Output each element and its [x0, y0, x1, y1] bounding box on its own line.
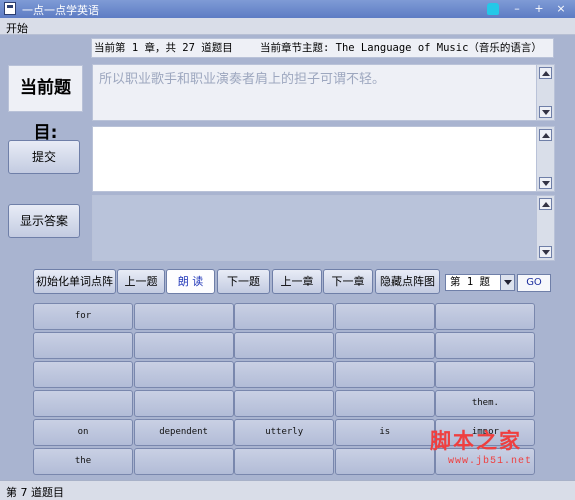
watermark-main: 脚本之家: [430, 428, 522, 453]
word-cell[interactable]: dependent: [133, 419, 234, 446]
word-cell[interactable]: [234, 303, 335, 330]
maximize-button[interactable]: +: [532, 2, 546, 16]
status-text: 第 7 道题目: [6, 486, 64, 499]
word-cell[interactable]: [435, 332, 536, 359]
word-cell[interactable]: is: [334, 419, 435, 446]
prev-chapter-button[interactable]: 上一章: [272, 269, 322, 294]
submit-button[interactable]: 提交: [8, 140, 80, 174]
word-cell[interactable]: the: [33, 448, 133, 475]
word-cell[interactable]: [334, 332, 435, 359]
answer-display-scrollbar[interactable]: [536, 196, 554, 260]
chapter-info-bar: 当前第 1 章，共 27 道题目 当前章节主题: The Language of…: [91, 38, 554, 58]
current-question-label: 当前题目:: [8, 65, 83, 143]
word-cell[interactable]: [33, 332, 133, 359]
answer-scrollbar[interactable]: [536, 127, 554, 191]
scroll-up-icon[interactable]: [539, 129, 552, 141]
menu-bar: 开始: [0, 18, 575, 35]
scroll-down-icon[interactable]: [539, 177, 552, 189]
next-question-button[interactable]: 下一题: [217, 269, 270, 294]
hide-matrix-button[interactable]: 隐藏点阵图: [375, 269, 440, 294]
question-prompt-pane: 所以职业歌手和职业演奏者肩上的担子可谓不轻。: [92, 64, 555, 121]
title-bar: 一点一点学英语 – + ×: [0, 0, 575, 18]
word-cell[interactable]: [334, 448, 435, 475]
word-cell[interactable]: [334, 303, 435, 330]
question-select[interactable]: 第 1 题: [445, 274, 515, 291]
menu-start[interactable]: 开始: [6, 20, 28, 36]
word-cell[interactable]: [133, 361, 234, 388]
word-cell[interactable]: them.: [435, 390, 536, 417]
word-cell[interactable]: [435, 361, 536, 388]
word-cell[interactable]: [234, 390, 335, 417]
watermark-url: www.jb51.net: [448, 456, 533, 467]
go-button[interactable]: GO: [517, 274, 551, 292]
app-icon: [4, 2, 16, 15]
skin-icon[interactable]: [486, 2, 500, 16]
word-cell[interactable]: [435, 303, 536, 330]
word-cell[interactable]: [334, 361, 435, 388]
word-cell[interactable]: for: [33, 303, 133, 330]
word-cell[interactable]: [234, 448, 335, 475]
scroll-up-icon[interactable]: [539, 198, 552, 210]
answer-display-pane: [92, 195, 555, 261]
word-cell[interactable]: utterly: [234, 419, 335, 446]
close-button[interactable]: ×: [554, 2, 568, 16]
scroll-up-icon[interactable]: [539, 67, 552, 79]
word-cell[interactable]: [33, 361, 133, 388]
read-aloud-button[interactable]: 朗 读: [166, 269, 215, 294]
watermark-logo: 脚本之家 www.jb51.net: [430, 425, 565, 475]
chapter-topic: 当前章节主题: The Language of Music（音乐的语言）: [260, 42, 542, 54]
question-prompt-text: 所以职业歌手和职业演奏者肩上的担子可谓不轻。: [99, 72, 386, 87]
word-cell[interactable]: [133, 390, 234, 417]
scroll-down-icon[interactable]: [539, 246, 552, 258]
word-cell[interactable]: [133, 303, 234, 330]
question-progress: 当前第 1 章，共 27 道题目: [94, 42, 233, 54]
scroll-down-icon[interactable]: [539, 106, 552, 118]
next-chapter-button[interactable]: 下一章: [323, 269, 373, 294]
word-cell[interactable]: [234, 332, 335, 359]
init-word-matrix-button[interactable]: 初始化单词点阵: [33, 269, 116, 294]
word-cell[interactable]: [334, 390, 435, 417]
word-cell[interactable]: [234, 361, 335, 388]
word-cell[interactable]: [133, 332, 234, 359]
window-title: 一点一点学英语: [22, 4, 99, 17]
prev-question-button[interactable]: 上一题: [117, 269, 165, 294]
answer-input[interactable]: [92, 126, 555, 192]
word-cell[interactable]: [33, 390, 133, 417]
word-cell[interactable]: [133, 448, 234, 475]
prompt-scrollbar[interactable]: [536, 65, 554, 120]
chevron-down-icon[interactable]: [500, 275, 514, 290]
minimize-button[interactable]: –: [510, 2, 524, 16]
show-answer-button[interactable]: 显示答案: [8, 204, 80, 238]
word-cell[interactable]: on: [33, 419, 133, 446]
question-select-value: 第 1 题: [450, 276, 490, 288]
status-bar: 第 7 道题目: [0, 480, 575, 500]
